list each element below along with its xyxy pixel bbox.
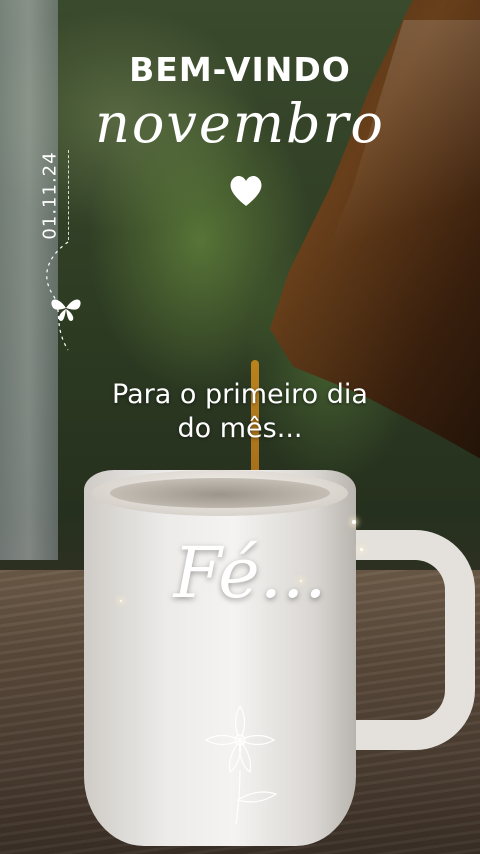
sparkle — [352, 520, 356, 524]
butterfly-icon — [51, 299, 81, 321]
heart-icon — [230, 175, 262, 206]
date-dashed-line — [68, 150, 69, 240]
flower-icon — [204, 704, 278, 825]
date-label: 01.11.24 — [39, 151, 61, 240]
welcome-title: BEM-VINDO — [129, 50, 351, 89]
month-title: novembro — [95, 92, 385, 155]
faith-word: Fé... — [173, 532, 327, 614]
message-line-2: do mês... — [177, 413, 303, 444]
story-background: BEM-VINDO novembro 01.11.24 Para o prime… — [0, 0, 480, 854]
mug-inside — [110, 478, 330, 508]
message-text: Para o primeiro dia do mês... — [60, 378, 420, 446]
date-label-wrapper: 01.11.24 — [30, 150, 70, 240]
message-line-1: Para o primeiro dia — [112, 379, 368, 410]
